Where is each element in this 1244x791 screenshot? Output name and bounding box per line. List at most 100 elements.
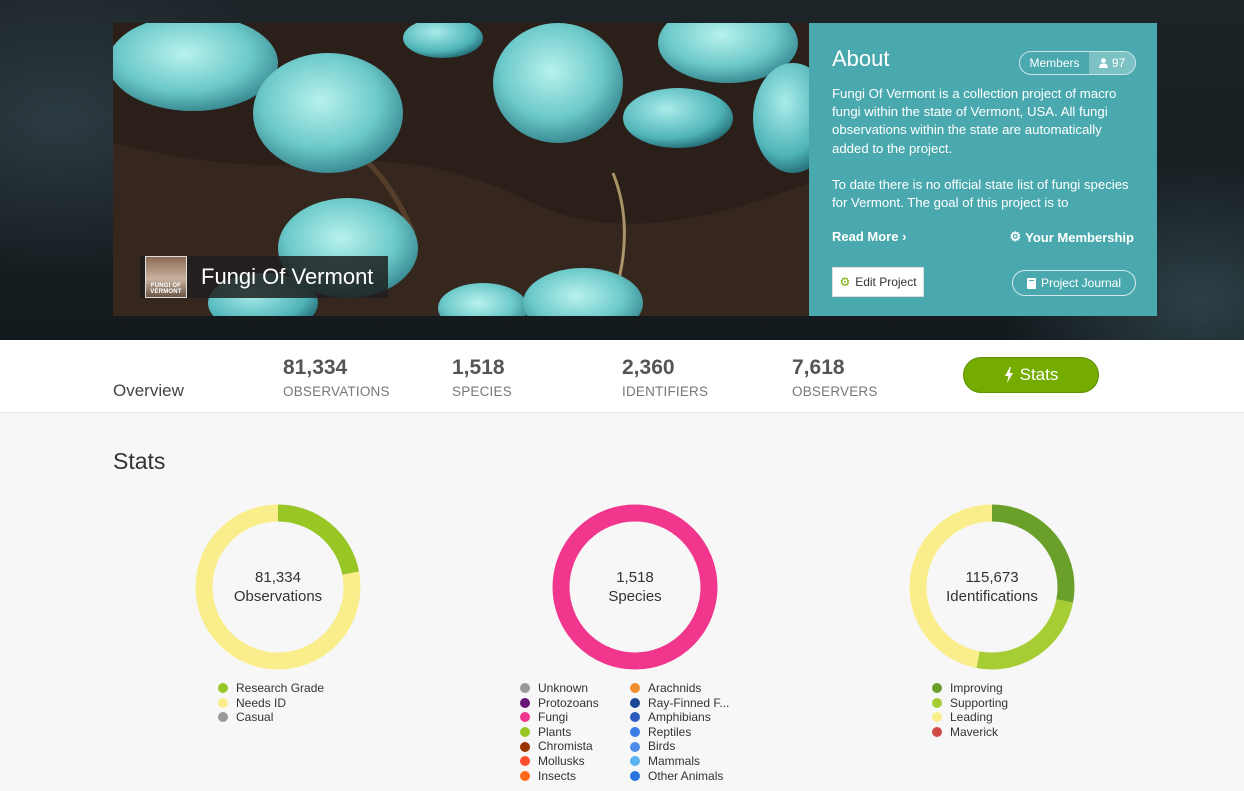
legend-item[interactable]: Mammals: [630, 754, 740, 769]
legend-dot: [218, 712, 228, 723]
donut-center: 1,518 Species: [552, 504, 718, 670]
legend-item[interactable]: Plants: [520, 725, 630, 740]
species-legend-col-1: Unknown Protozoans Fungi Plants Chromist…: [520, 681, 630, 783]
legend-label: Reptiles: [648, 724, 692, 739]
species-donut[interactable]: 1,518 Species: [552, 504, 718, 670]
legend-dot: [932, 683, 942, 694]
legend-item[interactable]: Maverick: [932, 725, 1008, 740]
gear-icon: ⚙: [839, 275, 851, 289]
donut-value: 1,518: [616, 569, 654, 586]
read-more-link[interactable]: Read More ›: [832, 229, 906, 244]
donut-center: 115,673 Identifications: [909, 504, 1075, 670]
members-count-value: 97: [1111, 56, 1126, 70]
project-logo[interactable]: FUNGI OF VERMONT: [145, 256, 187, 298]
identifications-legend: Improving Supporting Leading Maverick: [932, 681, 1008, 739]
legend-label: Amphibians: [648, 710, 711, 725]
legend-dot: [932, 697, 942, 708]
stat-value: 2,360: [622, 356, 675, 379]
legend-item[interactable]: Amphibians: [630, 710, 740, 725]
stat-value: 1,518: [452, 356, 505, 379]
stat-value: 81,334: [283, 356, 348, 379]
legend-label: Leading: [950, 710, 993, 725]
legend-dot: [630, 741, 640, 752]
legend-item[interactable]: Casual: [218, 710, 324, 725]
legend-dot: [520, 770, 530, 781]
legend-label: Mammals: [648, 753, 701, 768]
legend-dot: [932, 727, 942, 738]
observations-legend: Research Grade Needs ID Casual: [218, 681, 324, 725]
identifications-donut[interactable]: 115,673 Identifications: [909, 504, 1075, 670]
edit-project-button[interactable]: ⚙ Edit Project: [832, 267, 924, 297]
legend-item[interactable]: Birds: [630, 739, 740, 754]
project-journal-button[interactable]: Project Journal: [1012, 270, 1136, 296]
species-legend-col-2: Arachnids Ray-Finned F... Amphibians Rep…: [630, 681, 740, 783]
members-label: Members: [1029, 56, 1080, 70]
stat-observations[interactable]: 81,334 OBSERVATIONS: [283, 356, 390, 399]
project-title-banner: FUNGI OF VERMONT Fungi Of Vermont: [140, 256, 388, 298]
legend-dot: [630, 697, 640, 708]
about-panel: About Members 97 Fungi Of Vermont is a c…: [809, 23, 1157, 316]
legend-item[interactable]: Research Grade: [218, 681, 324, 696]
legend-label: Other Animals: [648, 768, 724, 783]
legend-label: Fungi: [538, 710, 569, 725]
legend-dot: [218, 697, 228, 708]
legend-label: Insects: [538, 768, 577, 783]
lightning-icon: [1004, 367, 1013, 383]
stat-label: IDENTIFIERS: [622, 384, 709, 399]
legend-item[interactable]: Arachnids: [630, 681, 740, 696]
legend-item[interactable]: Mollusks: [520, 754, 630, 769]
legend-item[interactable]: Unknown: [520, 681, 630, 696]
legend-dot: [630, 727, 640, 738]
legend-dot: [630, 770, 640, 781]
legend-item[interactable]: Other Animals: [630, 769, 740, 784]
legend-item[interactable]: Needs ID: [218, 696, 324, 711]
about-description: Fungi Of Vermont is a collection project…: [832, 85, 1137, 219]
project-journal-label: Project Journal: [1040, 276, 1122, 290]
legend-label: Supporting: [950, 695, 1009, 710]
project-name: Fungi Of Vermont: [201, 264, 374, 289]
observations-donut[interactable]: 81,334 Observations: [195, 504, 361, 670]
legend-item[interactable]: Leading: [932, 710, 1008, 725]
stat-value: 7,618: [792, 356, 845, 379]
legend-label: Ray-Finned F...: [648, 695, 730, 710]
stats-button[interactable]: Stats: [963, 357, 1099, 393]
stat-label: OBSERVERS: [792, 384, 878, 399]
your-membership-link[interactable]: ⚙ Your Membership: [1010, 229, 1135, 245]
legend-dot: [932, 712, 942, 723]
legend-item[interactable]: Improving: [932, 681, 1008, 696]
members-pill[interactable]: Members 97: [1019, 51, 1136, 75]
legend-item[interactable]: Insects: [520, 769, 630, 784]
legend-dot: [520, 756, 530, 767]
legend-label: Maverick: [950, 724, 999, 739]
legend-item[interactable]: Fungi: [520, 710, 630, 725]
legend-label: Casual: [236, 710, 274, 725]
stats-button-label: Stats: [1019, 365, 1059, 384]
stat-identifiers[interactable]: 2,360 IDENTIFIERS: [622, 356, 708, 399]
about-title: About: [832, 46, 890, 71]
legend-item[interactable]: Protozoans: [520, 696, 630, 711]
edit-project-label: Edit Project: [855, 275, 917, 289]
legend-label: Plants: [538, 724, 572, 739]
stat-species[interactable]: 1,518 SPECIES: [452, 356, 512, 399]
donut-value: 115,673: [965, 569, 1019, 586]
donut-label: Identifications: [946, 588, 1038, 605]
stat-observers[interactable]: 7,618 OBSERVERS: [792, 356, 878, 399]
about-paragraph: To date there is no official state list …: [832, 176, 1129, 211]
legend-label: Needs ID: [236, 695, 287, 710]
donut-label: Observations: [233, 588, 323, 605]
legend-dot: [218, 683, 228, 694]
legend-dot: [520, 683, 530, 694]
about-paragraph: Fungi Of Vermont is a collection project…: [832, 86, 1117, 156]
donut-label: Species: [608, 588, 662, 605]
legend-label: Improving: [950, 681, 1003, 695]
legend-label: Mollusks: [538, 753, 585, 768]
legend-label: Chromista: [538, 739, 593, 754]
legend-item[interactable]: Reptiles: [630, 725, 740, 740]
legend-item[interactable]: Ray-Finned F...: [630, 696, 740, 711]
legend-item[interactable]: Chromista: [520, 739, 630, 754]
overview-bar: Overview 81,334 OBSERVATIONS 1,518 SPECI…: [0, 340, 1244, 413]
legend-label: Unknown: [538, 681, 589, 695]
legend-item[interactable]: Supporting: [932, 696, 1008, 711]
legend-label: Protozoans: [538, 695, 599, 710]
overview-tab[interactable]: Overview: [113, 381, 184, 401]
